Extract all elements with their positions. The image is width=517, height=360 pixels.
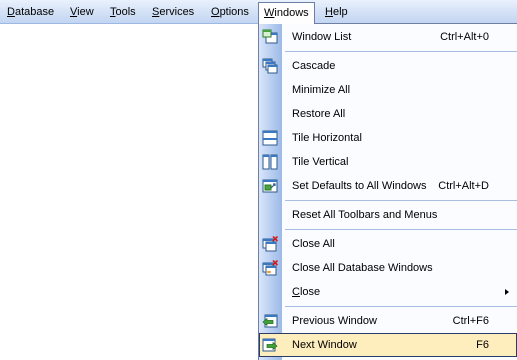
next-window-icon xyxy=(262,338,278,352)
windows-dropdown-menu: Window List Ctrl+Alt+0 Cascade Minimize … xyxy=(258,23,517,360)
menu-database-accel: D xyxy=(7,6,15,18)
menu-windows-label: indows xyxy=(274,7,309,19)
tile-horizontal-label: Tile Horizontal xyxy=(292,132,362,144)
close-label: Close xyxy=(292,280,320,304)
menu-view-label: iew xyxy=(77,6,94,18)
minimize-all-label: Minimize All xyxy=(292,84,351,96)
cascade-label: Cascade xyxy=(292,60,336,72)
menu-item-close[interactable]: Close xyxy=(259,280,517,304)
menu-bar: Database View Tools Services Options Win… xyxy=(0,0,517,24)
window-list-shortcut: Ctrl+Alt+0 xyxy=(440,31,489,43)
menu-separator xyxy=(285,229,517,230)
menu-item-window-list[interactable]: Window List Ctrl+Alt+0 xyxy=(259,25,517,49)
menu-separator xyxy=(285,51,517,52)
window-list-icon xyxy=(262,29,278,44)
menu-services-label: ervices xyxy=(159,6,195,18)
set-defaults-icon xyxy=(262,179,278,193)
close-label-rest: lose xyxy=(299,286,321,298)
set-defaults-label: Set Defaults to All Windows xyxy=(292,180,427,192)
window-list-label: Window List xyxy=(292,31,352,43)
close-all-database-icon xyxy=(262,260,278,276)
menu-item-next-window[interactable]: Next Window F6 xyxy=(259,333,517,357)
menu-separator xyxy=(285,200,517,201)
close-accel: C xyxy=(292,286,300,298)
previous-window-icon xyxy=(262,314,278,328)
next-window-label: Next Window xyxy=(292,339,357,351)
menu-item-cascade[interactable]: Cascade xyxy=(259,54,517,78)
tile-vertical-label: Tile Vertical xyxy=(292,156,349,168)
set-defaults-shortcut: Ctrl+Alt+D xyxy=(438,180,489,192)
close-all-icon xyxy=(262,236,278,252)
menu-tools-label: ools xyxy=(115,6,136,18)
menu-item-close-all-database-windows[interactable]: Close All Database Windows xyxy=(259,256,517,280)
menu-database[interactable]: Database xyxy=(2,2,59,22)
menu-windows[interactable]: Windows xyxy=(258,2,315,24)
menu-item-reset-toolbars[interactable]: Reset All Toolbars and Menus xyxy=(259,203,517,227)
menu-services[interactable]: Services xyxy=(147,2,199,22)
menu-options[interactable]: Options xyxy=(206,2,254,22)
menu-options-label: ptions xyxy=(219,6,249,18)
cascade-icon xyxy=(262,58,278,74)
menu-item-previous-window[interactable]: Previous Window Ctrl+F6 xyxy=(259,309,517,333)
menu-database-label: atabase xyxy=(14,6,55,18)
submenu-arrow-icon xyxy=(505,289,509,295)
next-window-shortcut: F6 xyxy=(476,339,489,351)
menu-item-tile-vertical[interactable]: Tile Vertical xyxy=(259,150,517,174)
close-all-database-label: Close All Database Windows xyxy=(292,262,433,274)
tile-vertical-icon xyxy=(262,154,278,170)
menu-windows-accel: W xyxy=(264,7,275,19)
reset-toolbars-label: Reset All Toolbars and Menus xyxy=(292,209,438,221)
previous-window-shortcut: Ctrl+F6 xyxy=(452,315,489,327)
menu-help-accel: H xyxy=(325,6,333,18)
menu-item-set-defaults[interactable]: Set Defaults to All Windows Ctrl+Alt+D xyxy=(259,174,517,198)
previous-window-label: Previous Window xyxy=(292,315,377,327)
menu-view[interactable]: View xyxy=(65,2,99,22)
menu-help[interactable]: Help xyxy=(320,2,353,22)
tile-horizontal-icon xyxy=(262,130,278,146)
close-all-label: Close All xyxy=(292,238,335,250)
menu-item-minimize-all[interactable]: Minimize All xyxy=(259,78,517,102)
menu-options-accel: O xyxy=(211,6,220,18)
restore-all-label: Restore All xyxy=(292,108,346,120)
menu-item-close-all[interactable]: Close All xyxy=(259,232,517,256)
menu-separator xyxy=(285,306,517,307)
menu-item-tile-horizontal[interactable]: Tile Horizontal xyxy=(259,126,517,150)
menu-tools[interactable]: Tools xyxy=(105,2,141,22)
menu-help-label: elp xyxy=(332,6,348,18)
menu-item-restore-all[interactable]: Restore All xyxy=(259,102,517,126)
